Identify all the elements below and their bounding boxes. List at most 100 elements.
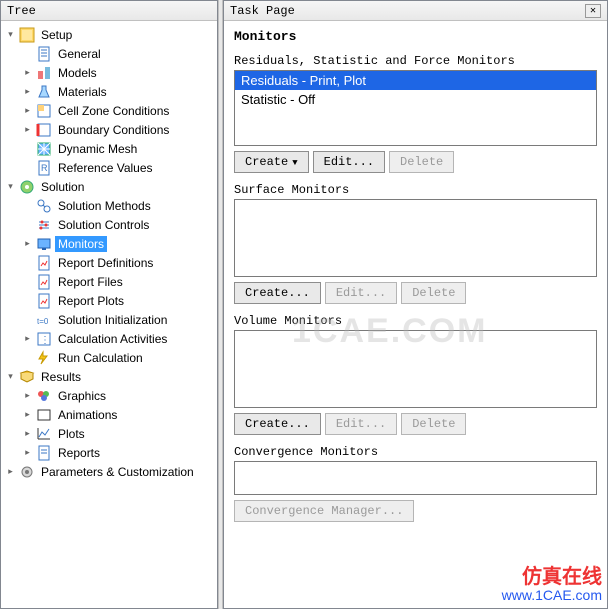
tree-label: Solution Initialization — [55, 312, 170, 328]
chevron-down-icon: ▼ — [292, 158, 297, 168]
svg-text:⋮⋮: ⋮⋮ — [40, 335, 52, 346]
tree-label: Graphics — [55, 388, 109, 404]
tree-node-run[interactable]: Run Calculation — [22, 348, 217, 367]
tree-panel-title: Tree — [7, 4, 36, 18]
tree-label: Reports — [55, 445, 103, 461]
task-panel-title-bar: Task Page ✕ — [224, 1, 607, 21]
tree-node-report-files[interactable]: Report Files — [22, 272, 217, 291]
tree-node-models[interactable]: ▸ Models — [22, 63, 217, 82]
create-button[interactable]: Create... — [234, 282, 321, 304]
expand-icon[interactable]: ▸ — [22, 390, 33, 401]
create-dropdown-button[interactable]: Create▼ — [234, 151, 309, 173]
params-icon — [19, 464, 35, 480]
convergence-listbox[interactable] — [234, 461, 597, 495]
tree-node-monitors[interactable]: ▸ Monitors — [22, 234, 217, 253]
init-icon: t=0 — [36, 312, 52, 328]
collapse-icon[interactable]: ▾ — [5, 181, 16, 192]
list-item[interactable]: Residuals - Print, Plot — [235, 71, 596, 90]
expand-icon[interactable]: ▸ — [22, 409, 33, 420]
tree-label: Solution — [38, 179, 87, 195]
task-panel: Task Page ✕ Monitors Residuals, Statisti… — [223, 0, 608, 609]
tree-node-results[interactable]: ▾ Results — [5, 367, 217, 386]
page-title: Monitors — [234, 29, 597, 44]
expand-icon[interactable]: ▸ — [22, 238, 33, 249]
edit-button: Edit... — [325, 282, 397, 304]
tree-node-graphics[interactable]: ▸ Graphics — [22, 386, 217, 405]
report-icon — [36, 255, 52, 271]
tree-node-solution[interactable]: ▾ Solution — [5, 177, 217, 196]
edit-button: Edit... — [325, 413, 397, 435]
tree-node-cell-zone[interactable]: ▸ Cell Zone Conditions — [22, 101, 217, 120]
tree-label: Run Calculation — [55, 350, 146, 366]
svg-text:R: R — [41, 163, 48, 173]
tree-label: Reference Values — [55, 160, 156, 176]
tree-node-materials[interactable]: ▸ Materials — [22, 82, 217, 101]
tree-body[interactable]: ▾ Setup General ▸ Models — [1, 21, 217, 608]
delete-button: Delete — [401, 282, 466, 304]
close-icon[interactable]: ✕ — [585, 4, 601, 18]
tree-label: Plots — [55, 426, 88, 442]
expand-icon[interactable]: ▸ — [22, 428, 33, 439]
tree-label: Setup — [38, 27, 75, 43]
tree-label: Solution Controls — [55, 217, 152, 233]
expand-icon[interactable]: ▸ — [22, 124, 33, 135]
controls-icon — [36, 217, 52, 233]
tree-node-report-defs[interactable]: Report Definitions — [22, 253, 217, 272]
expand-icon[interactable]: ▸ — [5, 466, 16, 477]
tree-label: Results — [38, 369, 84, 385]
page-icon — [36, 46, 52, 62]
tree-node-params[interactable]: ▸ Parameters & Customization — [5, 462, 217, 481]
models-icon — [36, 65, 52, 81]
volume-section-label: Volume Monitors — [234, 314, 597, 328]
tree-label: General — [55, 46, 104, 62]
tree-label: Report Files — [55, 274, 126, 290]
collapse-icon[interactable]: ▾ — [5, 371, 16, 382]
delete-button: Delete — [389, 151, 454, 173]
reference-icon: R — [36, 160, 52, 176]
setup-icon — [19, 27, 35, 43]
expand-icon[interactable]: ▸ — [22, 333, 33, 344]
surface-listbox[interactable] — [234, 199, 597, 277]
tree-node-dynamic-mesh[interactable]: Dynamic Mesh — [22, 139, 217, 158]
edit-button[interactable]: Edit... — [313, 151, 385, 173]
expand-icon[interactable]: ▸ — [22, 67, 33, 78]
mesh-icon — [36, 141, 52, 157]
tree-node-methods[interactable]: Solution Methods — [22, 196, 217, 215]
collapse-icon[interactable]: ▾ — [5, 29, 16, 40]
tree-node-report-plots[interactable]: Report Plots — [22, 291, 217, 310]
tree-label: Materials — [55, 84, 110, 100]
tree-node-general[interactable]: General — [22, 44, 217, 63]
create-button[interactable]: Create... — [234, 413, 321, 435]
tree-node-controls[interactable]: Solution Controls — [22, 215, 217, 234]
tree-node-plots[interactable]: ▸ Plots — [22, 424, 217, 443]
list-item[interactable]: Statistic - Off — [235, 90, 596, 109]
cell-zone-icon — [36, 103, 52, 119]
tree-label: Report Definitions — [55, 255, 156, 271]
tree-node-init[interactable]: t=0 Solution Initialization — [22, 310, 217, 329]
svg-text:t=0: t=0 — [37, 317, 49, 326]
residuals-listbox[interactable]: Residuals - Print, Plot Statistic - Off — [234, 70, 597, 146]
graphics-icon — [36, 388, 52, 404]
task-body: Monitors Residuals, Statistic and Force … — [224, 21, 607, 608]
tree-label: Parameters & Customization — [38, 464, 197, 480]
tree-node-reports[interactable]: ▸ Reports — [22, 443, 217, 462]
convergence-section-label: Convergence Monitors — [234, 445, 597, 459]
report-icon — [36, 293, 52, 309]
tree-node-reference[interactable]: R Reference Values — [22, 158, 217, 177]
expand-icon[interactable]: ▸ — [22, 86, 33, 97]
tree-node-setup[interactable]: ▾ Setup — [5, 25, 217, 44]
tree-node-animations[interactable]: ▸ Animations — [22, 405, 217, 424]
tree-node-boundary[interactable]: ▸ Boundary Conditions — [22, 120, 217, 139]
expand-icon[interactable]: ▸ — [22, 447, 33, 458]
reports-icon — [36, 445, 52, 461]
tree-node-calc-act[interactable]: ▸ ⋮⋮ Calculation Activities — [22, 329, 217, 348]
volume-listbox[interactable] — [234, 330, 597, 408]
surface-section-label: Surface Monitors — [234, 183, 597, 197]
flask-icon — [36, 84, 52, 100]
tree-label: Cell Zone Conditions — [55, 103, 172, 119]
expand-icon[interactable]: ▸ — [22, 105, 33, 116]
boundary-icon — [36, 122, 52, 138]
run-icon — [36, 350, 52, 366]
film-icon — [36, 407, 52, 423]
report-icon — [36, 274, 52, 290]
